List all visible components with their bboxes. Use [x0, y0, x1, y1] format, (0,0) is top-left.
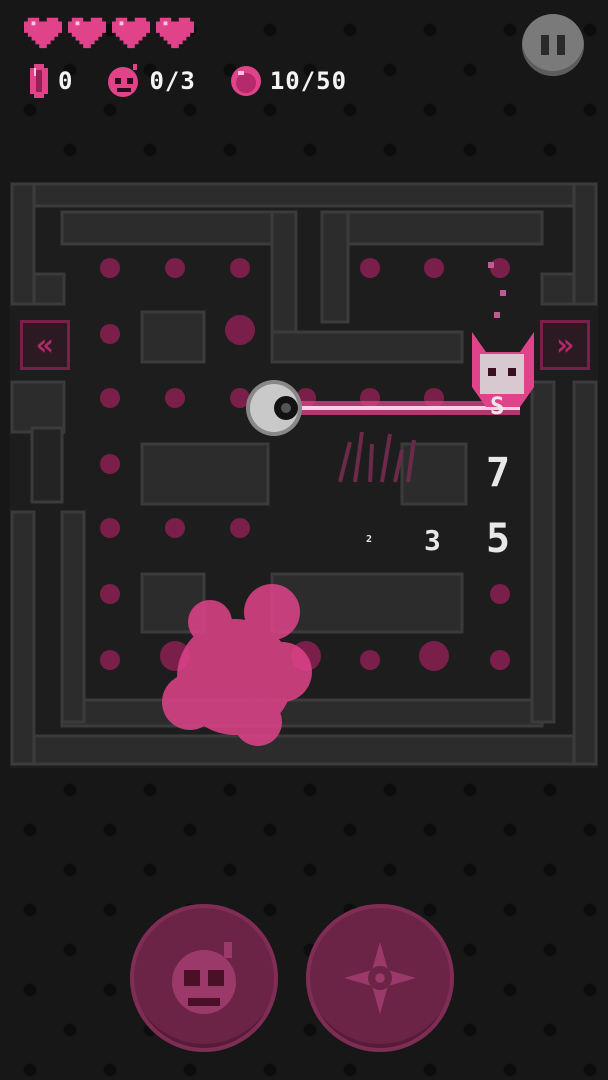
stats-bar: 0 0/3 10/50: [28, 64, 381, 98]
maze-board: « » S 7 3 5 2: [10, 182, 598, 768]
damage-number: 3: [424, 524, 441, 557]
gem-count: 0: [58, 67, 74, 95]
orb-icon: [230, 66, 261, 96]
damage-number: 7: [486, 450, 511, 496]
heart-icon: [24, 17, 62, 49]
gem-icon: [30, 64, 48, 98]
orb-count: 10/50: [269, 67, 348, 95]
heart-icon: [156, 17, 194, 49]
heart-icon: [68, 17, 106, 49]
damage-number: S: [490, 392, 505, 420]
hearts-bar: [24, 12, 194, 50]
enemy-sprite: [472, 262, 534, 407]
skull-bomb-button[interactable]: [130, 904, 278, 1052]
double-chevron-right-icon: »: [555, 327, 575, 363]
gem-counter: 0: [28, 64, 73, 98]
orb-counter: 10/50: [230, 65, 347, 97]
pause-button[interactable]: [522, 14, 584, 76]
double-chevron-left-icon: «: [35, 327, 55, 363]
skull-bomb-icon: [108, 64, 139, 97]
shuriken-icon: [344, 942, 416, 1014]
heart-icon: [112, 17, 150, 49]
nav-left-button[interactable]: «: [20, 320, 70, 370]
damage-number: 5: [486, 516, 511, 562]
skull-counter: 0/3: [107, 64, 195, 98]
skull-count: 0/3: [149, 67, 196, 95]
pause-icon: [541, 35, 549, 55]
damage-number: 2: [366, 534, 373, 545]
skull-bomb-icon: [172, 942, 236, 1014]
shuriken-button[interactable]: [306, 904, 454, 1052]
nav-right-button[interactable]: »: [540, 320, 590, 370]
